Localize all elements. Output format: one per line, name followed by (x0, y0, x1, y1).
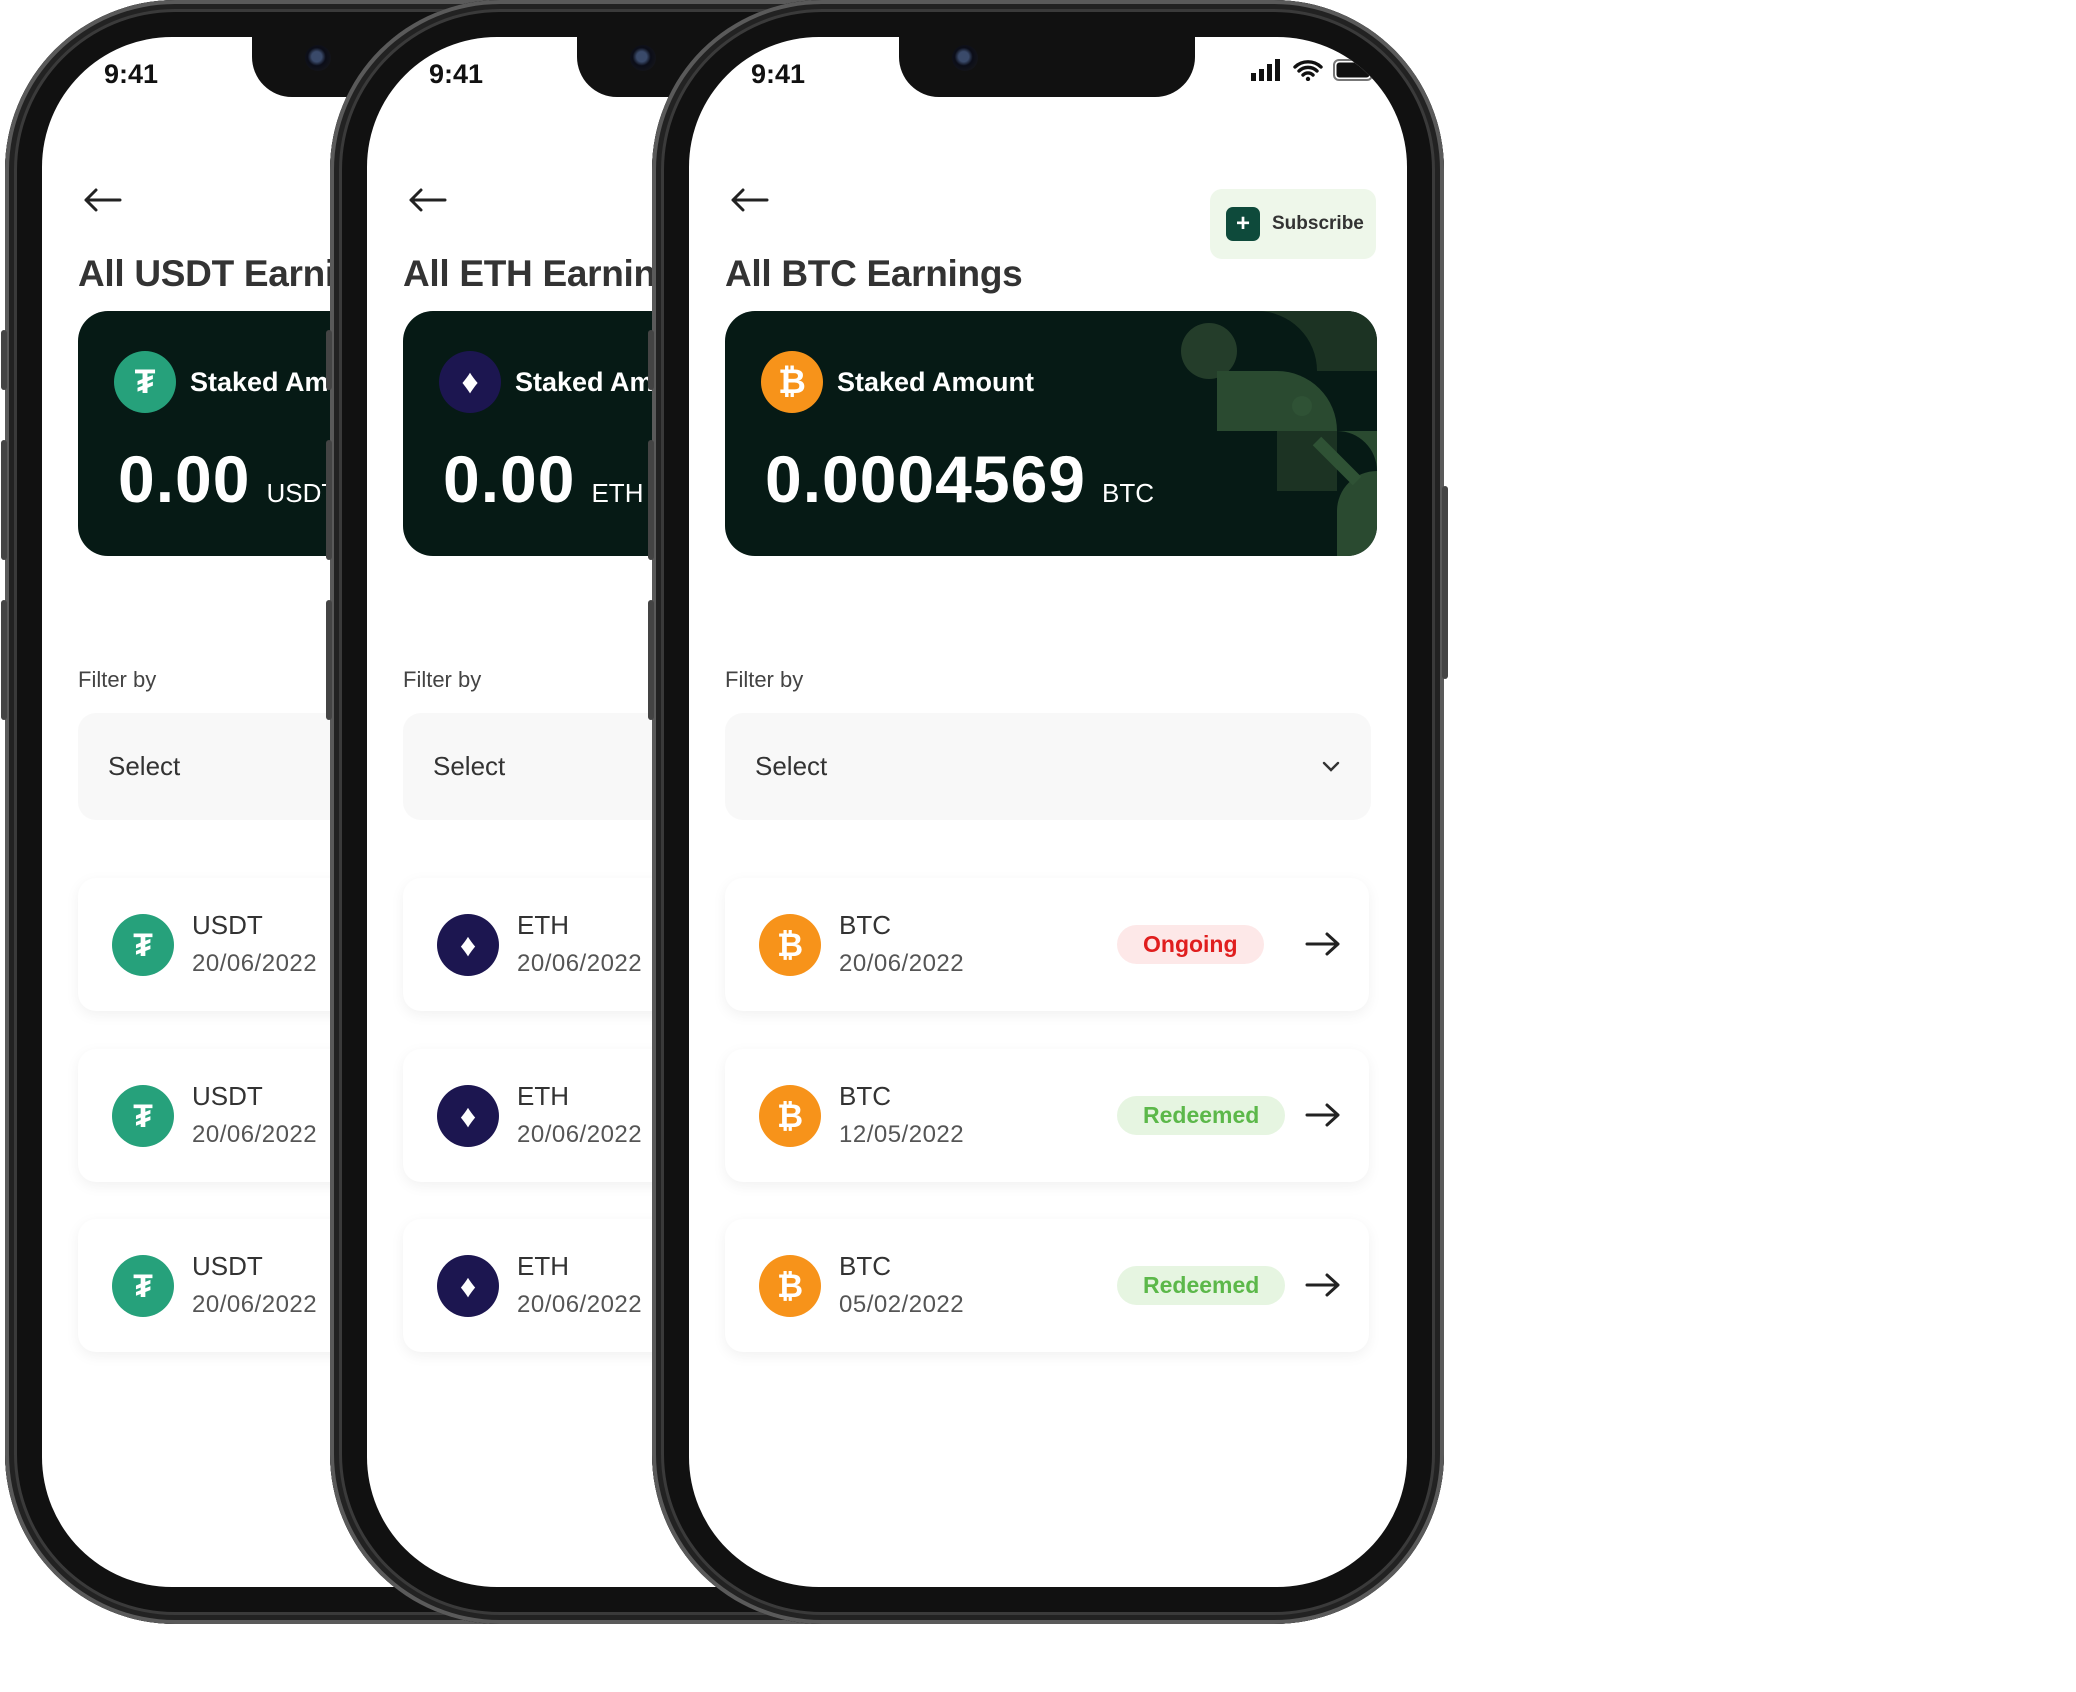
item-date: 20/06/2022 (192, 950, 318, 977)
filter-label: Filter by (403, 667, 482, 692)
filter-select[interactable]: Select (725, 713, 1371, 820)
status-time: 9:41 (104, 59, 159, 89)
item-date: 20/06/2022 (192, 1121, 318, 1148)
amount-unit: BTC (1102, 478, 1154, 508)
wifi-icon (1293, 60, 1323, 81)
item-date: 20/06/2022 (517, 1291, 643, 1318)
btc-coin-icon: ₿ (759, 914, 821, 976)
signal-icon (1251, 59, 1280, 81)
back-arrow-icon[interactable] (407, 185, 447, 215)
eth-coin-icon: ♦ (437, 1085, 499, 1147)
earning-list-item[interactable]: ₿ BTC 05/02/2022 Redeemed (725, 1219, 1369, 1352)
volume-down-button (326, 600, 332, 720)
page-title: All BTC Earnings (725, 253, 1023, 294)
card-decoration (1181, 311, 1377, 556)
arrow-right-icon[interactable] (1305, 1271, 1341, 1299)
arrow-right-icon[interactable] (1305, 1101, 1341, 1129)
screen: 9:41 All BTC Earnings + Subscribe ₿ Staked… (689, 37, 1407, 1587)
status-time: 9:41 (429, 59, 484, 89)
filter-label: Filter by (78, 667, 157, 692)
btc-coin-icon: ₿ (759, 1085, 821, 1147)
phone-btc: 9:41 All BTC Earnings + Subscribe ₿ Staked… (648, 0, 1448, 1624)
item-coin-name: USDT (192, 1081, 263, 1111)
item-coin-name: BTC (839, 910, 891, 940)
power-button (1442, 486, 1448, 679)
item-coin-name: BTC (839, 1251, 891, 1281)
arrow-right-icon[interactable] (1305, 930, 1341, 958)
notch (899, 37, 1195, 97)
amount: 0.0004569 (765, 442, 1086, 516)
volume-up-button (326, 440, 332, 560)
eth-coin-icon: ♦ (437, 1255, 499, 1317)
volume-up-button (1, 440, 7, 560)
item-date: 20/06/2022 (517, 950, 643, 977)
amount: 0.00 (443, 442, 576, 516)
staked-amount-card: ₿ Staked Amount 0.0004569 BTC (725, 311, 1377, 556)
item-coin-name: ETH (517, 1081, 569, 1111)
staked-amount-value: 0.00 USDT (118, 441, 337, 517)
item-date: 12/05/2022 (839, 1121, 965, 1148)
camera-icon (305, 45, 331, 71)
chevron-down-icon (1322, 761, 1340, 772)
item-coin-name: ETH (517, 910, 569, 940)
earning-list-item[interactable]: ₿ BTC 12/05/2022 Redeemed (725, 1049, 1369, 1182)
back-arrow-icon[interactable] (729, 185, 769, 215)
filter-select-value: Select (108, 751, 181, 781)
amount: 0.00 (118, 442, 251, 516)
btc-coin-icon: ₿ (761, 351, 823, 413)
staked-amount-label: Staked Amount (837, 367, 1035, 397)
plus-icon: + (1226, 207, 1260, 241)
usdt-coin-icon: ₮ (112, 1255, 174, 1317)
staked-amount-value: 0.00 ETH (443, 441, 643, 517)
usdt-coin-icon: ₮ (112, 914, 174, 976)
earning-list-item[interactable]: ₿ BTC 20/06/2022 Ongoing (725, 878, 1369, 1011)
mute-switch (648, 330, 654, 390)
item-coin-name: USDT (192, 1251, 263, 1281)
status-time: 9:41 (751, 59, 806, 89)
volume-up-button (648, 440, 654, 560)
filter-select-value: Select (433, 751, 506, 781)
status-icons (1251, 59, 1377, 81)
eth-coin-icon: ♦ (439, 351, 501, 413)
status-badge: Ongoing (1117, 925, 1264, 964)
usdt-coin-icon: ₮ (114, 351, 176, 413)
subscribe-label: Subscribe (1272, 213, 1364, 234)
staked-amount-value: 0.0004569 BTC (765, 441, 1154, 517)
camera-icon (952, 45, 978, 71)
eth-coin-icon: ♦ (437, 914, 499, 976)
back-arrow-icon[interactable] (82, 185, 122, 215)
status-badge: Redeemed (1117, 1266, 1286, 1305)
filter-select-value: Select (755, 751, 828, 781)
item-date: 05/02/2022 (839, 1291, 965, 1318)
battery-icon (1333, 59, 1376, 81)
amount-unit: ETH (591, 478, 644, 508)
camera-icon (630, 45, 656, 71)
filter-label: Filter by (725, 667, 804, 692)
item-date: 20/06/2022 (517, 1121, 643, 1148)
item-date: 20/06/2022 (192, 1291, 318, 1318)
mute-switch (1, 330, 7, 390)
volume-down-button (648, 600, 654, 720)
mute-switch (326, 330, 332, 390)
item-coin-name: ETH (517, 1251, 569, 1281)
item-coin-name: USDT (192, 910, 263, 940)
item-coin-name: BTC (839, 1081, 891, 1111)
volume-down-button (1, 600, 7, 720)
btc-coin-icon: ₿ (759, 1255, 821, 1317)
status-badge: Redeemed (1117, 1096, 1286, 1135)
usdt-coin-icon: ₮ (112, 1085, 174, 1147)
subscribe-button[interactable]: + Subscribe (1210, 189, 1376, 259)
item-date: 20/06/2022 (839, 950, 965, 977)
